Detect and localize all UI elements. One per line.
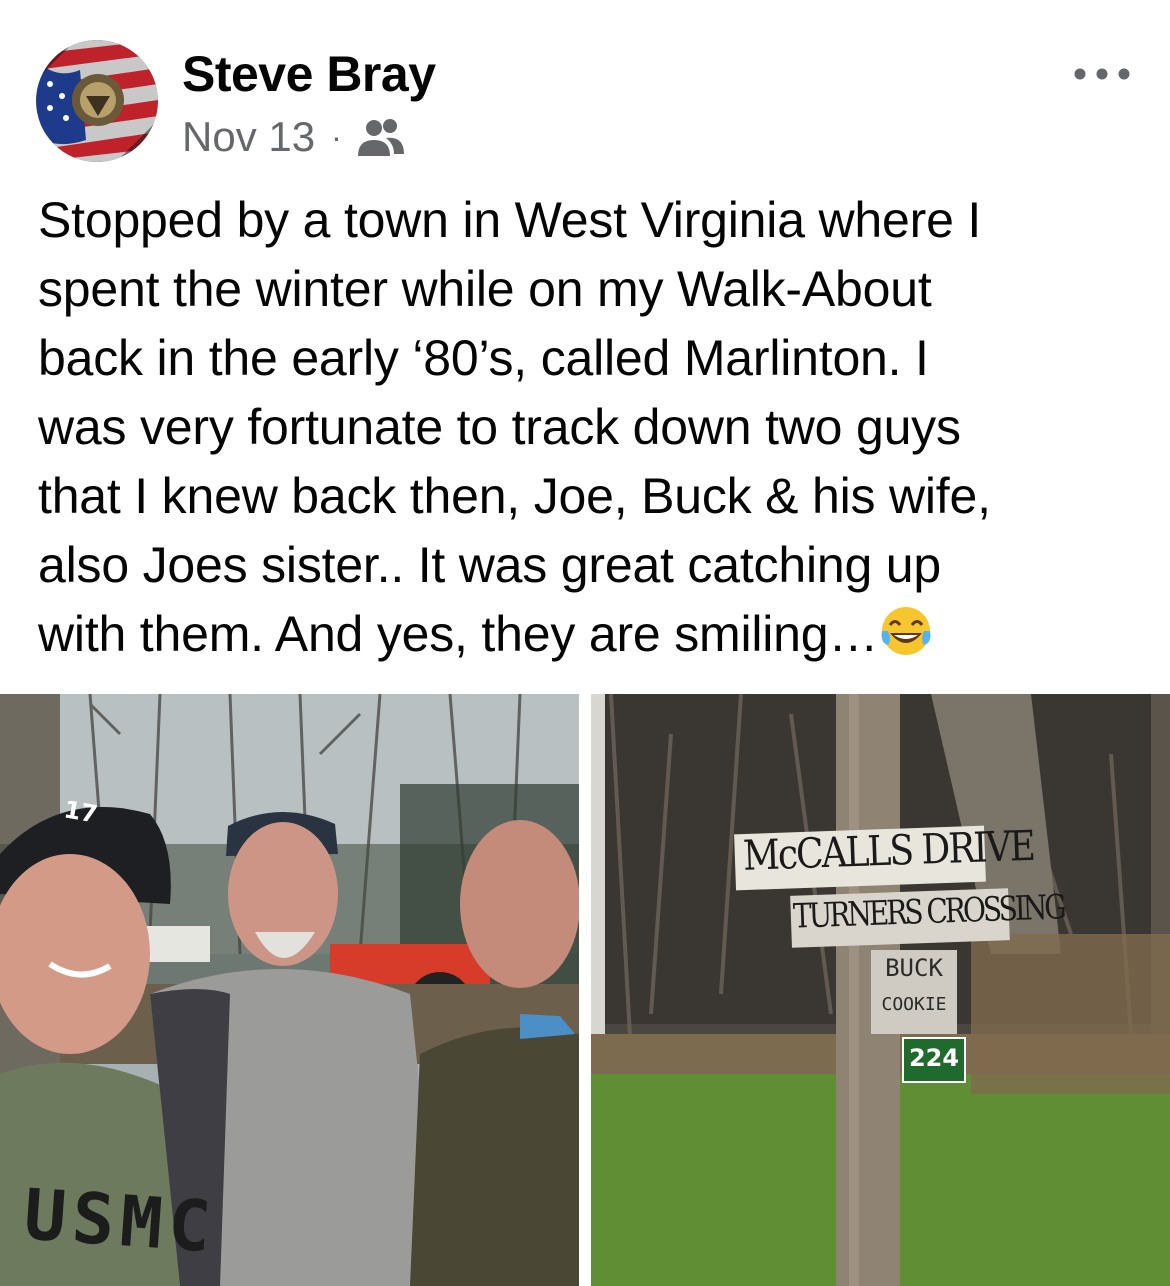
- post-text-line: spent the winter while on my Walk-About: [38, 261, 932, 317]
- shirt-text: USMC: [21, 1173, 220, 1269]
- sign-turners-crossing: TURNERS CROSSING: [792, 886, 1065, 937]
- post-date[interactable]: Nov 13: [182, 113, 315, 161]
- author-avatar[interactable]: [36, 40, 158, 162]
- post-text-line: that I knew back then, Joe, Buck & his w…: [38, 468, 991, 524]
- post-text-line: Stopped by a town in West Virginia where…: [38, 192, 982, 248]
- address-number-224: 224: [908, 1044, 960, 1072]
- post-text-line-last: with them. And yes, they are smiling…: [38, 600, 1148, 669]
- post-body-text: Stopped by a town in West Virginia where…: [38, 186, 1148, 669]
- tears-of-joy-emoji: [878, 603, 934, 659]
- more-options-button[interactable]: [1070, 56, 1134, 92]
- post-photo-grid: USMC 17 McCALLS DRIVE TURNERS CROSSING B…: [0, 694, 1170, 1286]
- photo-three-men[interactable]: USMC 17: [0, 694, 579, 1286]
- friends-icon[interactable]: [356, 116, 406, 158]
- more-options-icon: [1074, 68, 1130, 80]
- sign-mccalls-drive: McCALLS DRIVE: [742, 822, 1035, 881]
- post-header: Steve Bray Nov 13 ·: [0, 0, 1170, 180]
- post-meta: Nov 13 ·: [182, 112, 406, 162]
- post-text-line: back in the early ‘80’s, called Marlinto…: [38, 330, 929, 386]
- flag-emblem-avatar-image: [36, 40, 158, 162]
- author-name[interactable]: Steve Bray: [182, 44, 436, 104]
- cap-number: 17: [61, 795, 100, 829]
- post-text-line: with them. And yes, they are smiling…: [38, 606, 879, 662]
- post-text-line: also Joes sister.. It was great catching…: [38, 537, 941, 593]
- post-text-line: was very fortunate to track down two guy…: [38, 399, 961, 455]
- sign-cookie: COOKIE: [881, 994, 947, 1015]
- sign-buck: BUCK: [885, 954, 943, 982]
- photo-road-signs[interactable]: McCALLS DRIVE TURNERS CROSSING BUCK COOK…: [591, 694, 1170, 1286]
- meta-separator: ·: [331, 118, 342, 155]
